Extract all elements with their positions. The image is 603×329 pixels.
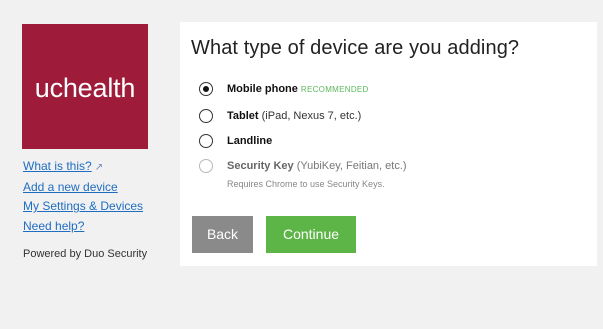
sidebar: uchealth What is this? ↗ Add a new device… [0, 0, 170, 329]
option-label: Landline [227, 135, 273, 147]
add-new-device-link[interactable]: Add a new device [23, 178, 143, 198]
security-key-radio[interactable] [199, 159, 213, 173]
option-text: Mobile phone RECOMMENDED [227, 82, 369, 97]
recommended-badge: RECOMMENDED [300, 85, 369, 94]
option-tablet[interactable]: Tablet (iPad, Nexus 7, etc.) [199, 109, 361, 123]
continue-button[interactable]: Continue [266, 216, 356, 253]
landline-radio[interactable] [199, 134, 213, 148]
device-selection-panel: What type of device are you adding? Mobi… [180, 22, 597, 266]
option-label: Security Key [227, 160, 294, 172]
back-button[interactable]: Back [192, 216, 253, 253]
option-text: Landline [227, 134, 272, 148]
sidebar-links: What is this? ↗ Add a new device My Setti… [23, 157, 143, 236]
what-is-this-link[interactable]: What is this? ↗ [23, 157, 143, 178]
need-help-link[interactable]: Need help? [23, 217, 143, 237]
option-text: Tablet (iPad, Nexus 7, etc.) [227, 109, 361, 123]
security-key-note: Requires Chrome to use Security Keys. [227, 179, 385, 189]
option-detail: (iPad, Nexus 7, etc.) [258, 110, 362, 122]
tablet-radio[interactable] [199, 109, 213, 123]
page-title: What type of device are you adding? [191, 37, 520, 59]
option-landline[interactable]: Landline [199, 134, 272, 148]
powered-by-text: Powered by Duo Security [23, 248, 148, 260]
option-detail: (YubiKey, Feitian, etc.) [293, 160, 407, 172]
option-label: Tablet [227, 110, 259, 122]
option-label: Mobile phone [227, 83, 298, 95]
option-text: Security Key (YubiKey, Feitian, etc.) Re… [227, 159, 407, 191]
logo-text: uchealth [34, 73, 136, 103]
my-settings-devices-link[interactable]: My Settings & Devices [23, 197, 143, 217]
option-mobile-phone[interactable]: Mobile phone RECOMMENDED [199, 82, 369, 97]
mobile-phone-radio[interactable] [199, 82, 213, 96]
option-security-key[interactable]: Security Key (YubiKey, Feitian, etc.) Re… [199, 159, 407, 191]
external-link-icon: ↗ [94, 162, 104, 173]
uchealth-logo: uchealth [22, 24, 148, 149]
